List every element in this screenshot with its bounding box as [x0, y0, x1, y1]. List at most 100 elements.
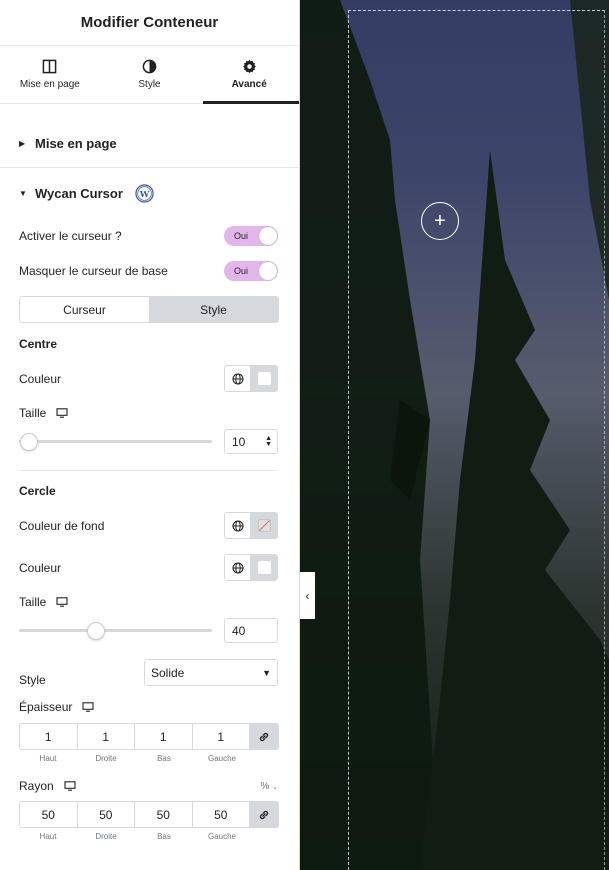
toggle-value: Oui	[234, 266, 249, 276]
radius-unit-select[interactable]: % ⌄	[260, 781, 278, 792]
collapse-panel-button[interactable]: ‹	[300, 572, 315, 619]
thickness-right-input[interactable]: 1	[78, 724, 135, 749]
tab-layout[interactable]: Mise en page	[0, 46, 100, 103]
centre-color-picker	[224, 365, 278, 392]
cercle-bg-color-label: Couleur de fond	[19, 518, 105, 533]
dim-label-bottom: Bas	[157, 754, 171, 763]
chevron-down-icon: ⌄	[272, 783, 278, 791]
global-colors-button[interactable]	[225, 366, 252, 391]
activate-cursor-toggle[interactable]: Oui	[224, 226, 278, 246]
tab-label: Style	[138, 79, 161, 90]
cursor-style-switcher: Curseur Style	[19, 296, 279, 323]
tab-label: Mise en page	[19, 79, 80, 90]
select-value: Solide	[151, 665, 185, 680]
radius-labels: Haut Droite Bas Gauche	[19, 832, 251, 841]
panel-tabs: Mise en page Style Avancé	[0, 46, 299, 104]
dim-label-right: Droite	[95, 754, 117, 763]
cercle-heading: Cercle	[19, 484, 56, 498]
activate-cursor-label: Activer le curseur ?	[19, 229, 122, 243]
centre-size-value: 10	[232, 434, 246, 449]
globe-icon	[231, 372, 244, 385]
global-colors-button[interactable]	[225, 555, 252, 580]
cercle-bg-color-picker	[224, 512, 278, 539]
chevron-left-icon: ‹	[305, 588, 310, 603]
caret-down-icon: ▼	[19, 188, 27, 198]
hide-base-cursor-toggle[interactable]: Oui	[224, 261, 278, 281]
section-cursor-toggle[interactable]: ▼ Wycan Cursor W	[0, 168, 299, 218]
color-swatch-empty[interactable]	[251, 513, 277, 538]
desktop-icon	[56, 597, 68, 607]
dim-label-left: Gauche	[207, 832, 237, 841]
divider	[19, 470, 278, 471]
centre-size-slider-track[interactable]	[19, 440, 212, 443]
desktop-icon	[64, 781, 76, 791]
section-title: Mise en page	[35, 136, 117, 151]
thickness-labels: Haut Droite Bas Gauche	[19, 754, 251, 763]
tab-style[interactable]: Style	[100, 46, 200, 103]
no-color-icon	[257, 519, 271, 532]
radius-left-input[interactable]: 50	[193, 802, 250, 827]
switcher-style-button[interactable]: Style	[149, 297, 278, 322]
switcher-cursor-button[interactable]: Curseur	[20, 297, 149, 322]
chevron-down-icon: ▼	[262, 667, 271, 678]
dim-label-top: Haut	[39, 754, 57, 763]
cercle-size-slider-track[interactable]	[19, 629, 212, 632]
swatch-white	[257, 561, 271, 574]
editor-panel: Modifier Conteneur Mise en page Style Av…	[0, 0, 300, 870]
cercle-size-label: Taille	[19, 595, 47, 609]
link-values-button[interactable]	[250, 724, 278, 749]
radius-unit-value: %	[260, 780, 270, 792]
section-title: Wycan Cursor	[35, 185, 123, 201]
svg-text:W: W	[139, 189, 150, 199]
section-layout-toggle[interactable]: ▶ Mise en page	[0, 104, 299, 168]
globe-icon	[231, 561, 244, 574]
tab-advanced[interactable]: Avancé	[199, 46, 299, 104]
link-values-button[interactable]	[250, 802, 278, 827]
cercle-size-input[interactable]: 40	[224, 618, 278, 643]
cercle-size-value: 40	[232, 623, 246, 638]
panel-title: Modifier Conteneur	[0, 0, 299, 46]
link-icon	[259, 732, 269, 741]
radius-top-input[interactable]: 50	[20, 802, 78, 827]
tab-label: Avancé	[231, 79, 267, 90]
add-element-button[interactable]: +	[421, 202, 459, 240]
layout-columns-icon	[42, 59, 57, 74]
radius-label: Rayon	[19, 779, 54, 793]
dim-label-right: Droite	[95, 832, 117, 841]
centre-heading: Centre	[19, 337, 58, 351]
toggle-knob	[259, 262, 277, 280]
style-label: Style	[19, 673, 46, 687]
color-swatch[interactable]	[251, 555, 277, 580]
desktop-icon	[82, 702, 94, 712]
centre-size-input[interactable]: 10 ▲ ▼	[224, 429, 278, 454]
link-icon	[259, 810, 269, 819]
thickness-left-input[interactable]: 1	[193, 724, 250, 749]
cercle-color-label: Couleur	[19, 560, 62, 575]
hide-base-cursor-label: Masquer le curseur de base	[19, 264, 168, 278]
cercle-size-slider-thumb[interactable]	[87, 622, 106, 640]
dim-label-bottom: Bas	[157, 832, 171, 841]
global-colors-button[interactable]	[225, 513, 252, 538]
globe-icon	[231, 519, 244, 532]
color-swatch[interactable]	[251, 366, 277, 391]
gear-icon	[242, 59, 256, 74]
border-style-select[interactable]: Solide ▼	[144, 659, 278, 686]
thickness-top-input[interactable]: 1	[20, 724, 78, 749]
toggle-knob	[259, 227, 277, 245]
container-outline	[348, 10, 605, 870]
caret-right-icon: ▶	[19, 139, 26, 148]
half-circle-icon	[142, 59, 157, 74]
centre-size-slider-thumb[interactable]	[19, 433, 38, 451]
centre-size-label: Taille	[19, 406, 47, 420]
swatch-white	[257, 372, 271, 385]
wordpress-icon: W	[135, 183, 154, 203]
dim-label-top: Haut	[39, 832, 57, 841]
thickness-inputs: 1 1 1 1	[19, 723, 279, 750]
desktop-icon	[56, 408, 68, 418]
thickness-bottom-input[interactable]: 1	[135, 724, 193, 749]
dim-label-left: Gauche	[207, 754, 237, 763]
radius-right-input[interactable]: 50	[78, 802, 135, 827]
radius-bottom-input[interactable]: 50	[135, 802, 193, 827]
centre-color-label: Couleur	[19, 371, 62, 386]
stepper-icon[interactable]: ▲ ▼	[265, 435, 272, 448]
